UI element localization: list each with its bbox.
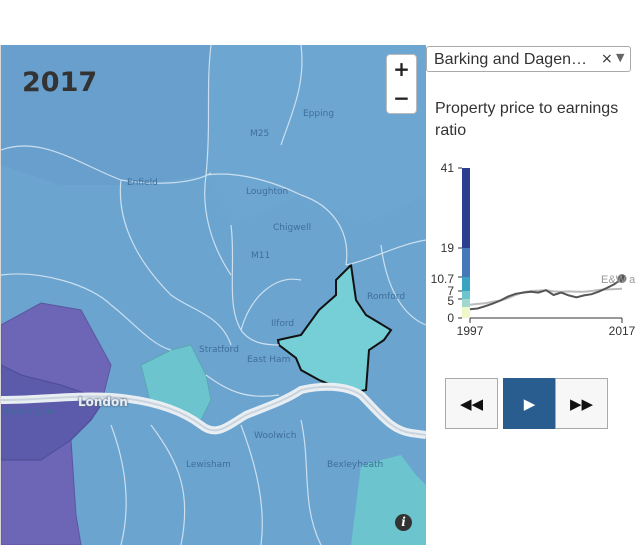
legend-tick-label-0: 41 xyxy=(441,161,455,175)
legend-tick-label-1: 19 xyxy=(441,241,455,255)
region-north-west xyxy=(1,45,211,185)
map-label-woolwich: Woolwich xyxy=(254,431,297,441)
map-label-lewisham: Lewisham xyxy=(186,460,231,470)
x-end-label: 2017 xyxy=(609,324,636,338)
map-label-stratford: Stratford xyxy=(199,345,239,355)
legend-band-2 xyxy=(462,248,470,277)
map-label-east-ham: East Ham xyxy=(247,355,291,365)
series-line-selected xyxy=(469,277,623,311)
legend-band-6 xyxy=(462,307,470,318)
map-label-romford: Romford xyxy=(367,292,406,302)
map-label-london: London xyxy=(78,395,128,409)
info-icon[interactable]: i xyxy=(395,514,412,531)
map-label-m11: M11 xyxy=(251,251,271,261)
map-label-bexleyheath: Bexleyheath xyxy=(327,460,384,470)
metric-title: Property price to earnings ratio xyxy=(435,100,619,139)
step-back-button[interactable]: ◀◀ xyxy=(445,378,498,429)
zoom-in-button[interactable]: + xyxy=(386,54,417,85)
map-label-ilford: Ilford xyxy=(271,319,295,329)
map-label-epping: Epping xyxy=(303,109,335,119)
play-button[interactable]: ▶ xyxy=(503,378,556,429)
legend-band-3 xyxy=(462,277,470,291)
legend-band-4 xyxy=(462,291,470,299)
series-label-national: E&W a xyxy=(601,274,636,286)
year-label: 2017 xyxy=(22,67,98,98)
chevron-down-icon[interactable]: ▼ xyxy=(616,51,624,64)
trend-chart: 41 19 10.7 7 5 0 1997 2017 E&W a xyxy=(431,161,636,338)
map-panel[interactable]: Epping M25 Enfield Loughton Chigwell M11… xyxy=(0,45,426,545)
map-label-chigwell: Chigwell xyxy=(273,223,312,233)
x-start-label: 1997 xyxy=(457,324,484,338)
map-label-kensington: Kensington xyxy=(5,407,56,417)
map-label-loughton: Loughton xyxy=(246,187,289,197)
map-canvas[interactable] xyxy=(1,45,426,545)
area-select[interactable]: Barking and Dagen… × ▼ xyxy=(426,46,631,72)
legend-tick-label-4: 5 xyxy=(447,294,454,308)
legend-band-5 xyxy=(462,299,470,307)
area-select-value: Barking and Dagen… xyxy=(434,51,587,68)
zoom-out-button[interactable]: − xyxy=(386,84,417,114)
color-legend xyxy=(462,168,470,318)
step-forward-button[interactable]: ▶▶ xyxy=(555,378,608,429)
map-label-m25: M25 xyxy=(250,129,270,139)
clear-icon[interactable]: × xyxy=(601,51,613,67)
map-label-enfield: Enfield xyxy=(127,178,158,188)
legend-tick-label-5: 0 xyxy=(447,311,454,325)
legend-band-1 xyxy=(462,168,470,248)
